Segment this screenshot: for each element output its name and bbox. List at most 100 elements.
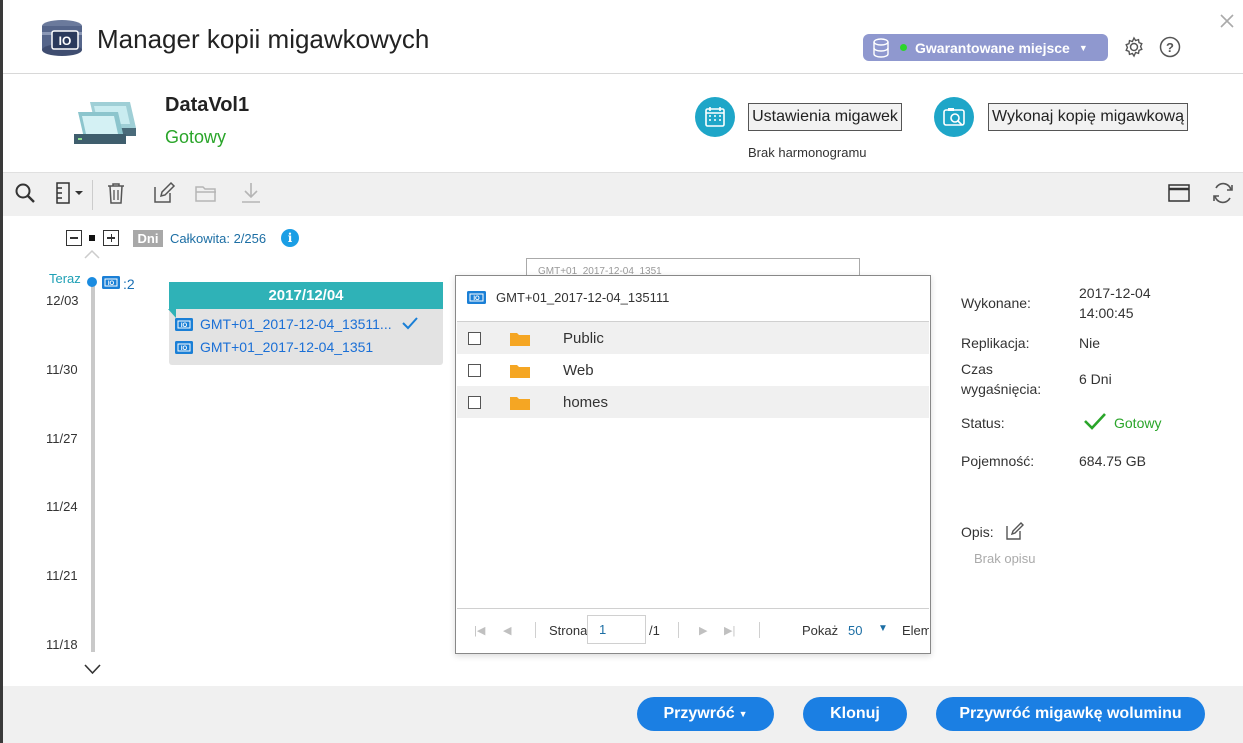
snapshot-settings-button[interactable]: Ustawienia migawek (748, 103, 902, 131)
snapshot-list-item[interactable]: IO GMT+01_2017-12-04_13511... (175, 314, 392, 334)
snapshot-manager-app-icon: IO (42, 20, 82, 56)
folder-name: Web (563, 362, 594, 379)
expiration-value: 6 Dni (1079, 371, 1112, 387)
svg-text:IO: IO (59, 34, 72, 48)
search-icon[interactable] (13, 181, 37, 205)
toolbar-divider (92, 180, 93, 210)
snapshot-icon: IO (467, 291, 486, 304)
timeline-view-dropdown-icon[interactable] (54, 181, 86, 205)
svg-text:IO: IO (181, 323, 188, 329)
trash-icon[interactable] (104, 181, 128, 205)
zoom-out-button[interactable] (66, 230, 82, 246)
download-icon (242, 183, 260, 203)
timeline-now-marker (87, 277, 97, 287)
pagination-bar: |◀ ◀ Strona 1 /1 ▶ ▶| Pokaż 50 ▼ Elem (457, 609, 929, 652)
day-card-date: 2017/12/04 (168, 282, 443, 318)
description-value: Brak opisu (974, 551, 1036, 566)
check-icon (1084, 413, 1106, 430)
timeline-date-label: 11/27 (46, 431, 78, 446)
replication-value: Nie (1079, 335, 1101, 351)
caret-down-icon[interactable]: ▼ (878, 623, 888, 634)
calendar-icon (705, 107, 725, 127)
guaranteed-space-label: Gwarantowane miejsce (915, 39, 1070, 56)
timeline-now-label: Teraz (49, 271, 81, 286)
expiration-label-line1: Czas (961, 361, 993, 377)
timeline-date-label: 11/24 (46, 499, 78, 514)
timeline-date-label: 11/30 (46, 362, 78, 377)
first-page-icon[interactable]: |◀ (474, 624, 485, 637)
gear-icon[interactable] (1123, 36, 1145, 58)
next-page-icon[interactable]: ▶ (699, 624, 707, 637)
chevron-up-icon[interactable] (84, 249, 100, 259)
database-icon (873, 37, 889, 58)
folder-checkbox[interactable] (468, 332, 481, 345)
description-label: Opis: (961, 524, 994, 540)
snapshot-total-count: Całkowita: 2/256 (170, 231, 267, 246)
schedule-settings-icon-button[interactable] (695, 97, 735, 137)
volume-name: DataVol1 (165, 94, 250, 116)
svg-text:IO: IO (108, 281, 115, 287)
status-label: Status: (961, 415, 1005, 431)
page-label: Strona (549, 623, 588, 638)
zoom-in-button[interactable] (103, 230, 119, 246)
clone-button[interactable]: Klonuj (803, 697, 907, 731)
window-view-icon[interactable] (1167, 181, 1191, 205)
refresh-icon[interactable] (1211, 181, 1235, 205)
snapshot-list-item[interactable]: IO GMT+01_2017-12-04_1351 (175, 337, 373, 357)
info-icon[interactable]: i (281, 229, 299, 247)
snapshot-camera-icon (943, 108, 965, 126)
edit-icon[interactable] (152, 181, 176, 205)
edit-description-icon[interactable] (1005, 521, 1025, 541)
page-total: /1 (649, 623, 660, 638)
timeline-unit-badge[interactable]: Dni (133, 230, 163, 247)
volume-icon (74, 102, 136, 144)
timeline-date-label: 11/18 (46, 637, 78, 652)
folder-row[interactable]: Public (457, 322, 929, 354)
caret-down-icon: ▼ (738, 709, 748, 719)
close-icon[interactable] (1218, 12, 1236, 30)
restore-dropdown-button[interactable]: Przywróć ▼ (637, 697, 774, 731)
help-icon[interactable]: ? (1159, 36, 1181, 58)
pager-divider (535, 622, 536, 638)
folder-row[interactable]: homes (457, 386, 929, 418)
items-label: Elem (902, 623, 929, 638)
folder-open-icon (195, 186, 216, 202)
capacity-value: 684.75 GB (1079, 453, 1146, 469)
snapshot-icon: IO (175, 340, 193, 354)
folder-name: homes (563, 394, 609, 411)
svg-text:IO: IO (181, 346, 188, 352)
expiration-label-line2: wygaśnięcia: (961, 381, 1042, 397)
toolbar (3, 172, 1243, 216)
timeline-track[interactable] (91, 280, 95, 652)
timeline-date-label: 11/21 (46, 568, 78, 583)
status-value: Gotowy (1114, 415, 1162, 431)
restore-button-label: Przywróć (663, 705, 735, 722)
chevron-down-icon[interactable] (84, 664, 101, 675)
folder-icon (510, 333, 530, 346)
created-label: Wykonane: (961, 295, 1031, 311)
folder-checkbox[interactable] (468, 396, 481, 409)
pager-divider (759, 622, 760, 638)
selected-check-icon (402, 317, 418, 330)
prev-page-icon[interactable]: ◀ (503, 624, 511, 637)
guaranteed-space-dropdown[interactable]: Gwarantowane miejsce ▼ (863, 34, 1108, 61)
svg-text:IO: IO (473, 296, 480, 302)
zoom-level-indicator (89, 235, 95, 241)
status-dot (900, 44, 907, 51)
take-snapshot-icon-button[interactable] (934, 97, 974, 137)
page-number-input[interactable]: 1 (587, 615, 646, 644)
folder-row[interactable]: Web (457, 354, 929, 386)
snapshot-name: GMT+01_2017-12-04_13511... (200, 316, 392, 332)
folder-checkbox[interactable] (468, 364, 481, 377)
folder-icon (510, 397, 530, 410)
take-snapshot-button[interactable]: Wykonaj kopię migawkową (988, 103, 1188, 131)
timeline-now-count[interactable]: :2 (123, 276, 135, 292)
snapshot-name: GMT+01_2017-12-04_1351 (200, 339, 374, 355)
last-page-icon[interactable]: ▶| (724, 624, 735, 637)
revert-volume-snapshot-button[interactable]: Przywróć migawkę woluminu (936, 697, 1205, 731)
replication-label: Replikacja: (961, 335, 1030, 351)
created-time: 14:00:45 (1079, 305, 1134, 321)
items-per-page-select[interactable]: 50 (848, 623, 862, 638)
snapshot-browser-title: GMT+01_2017-12-04_135111 (496, 290, 670, 305)
caret-down-icon: ▼ (1078, 42, 1088, 53)
